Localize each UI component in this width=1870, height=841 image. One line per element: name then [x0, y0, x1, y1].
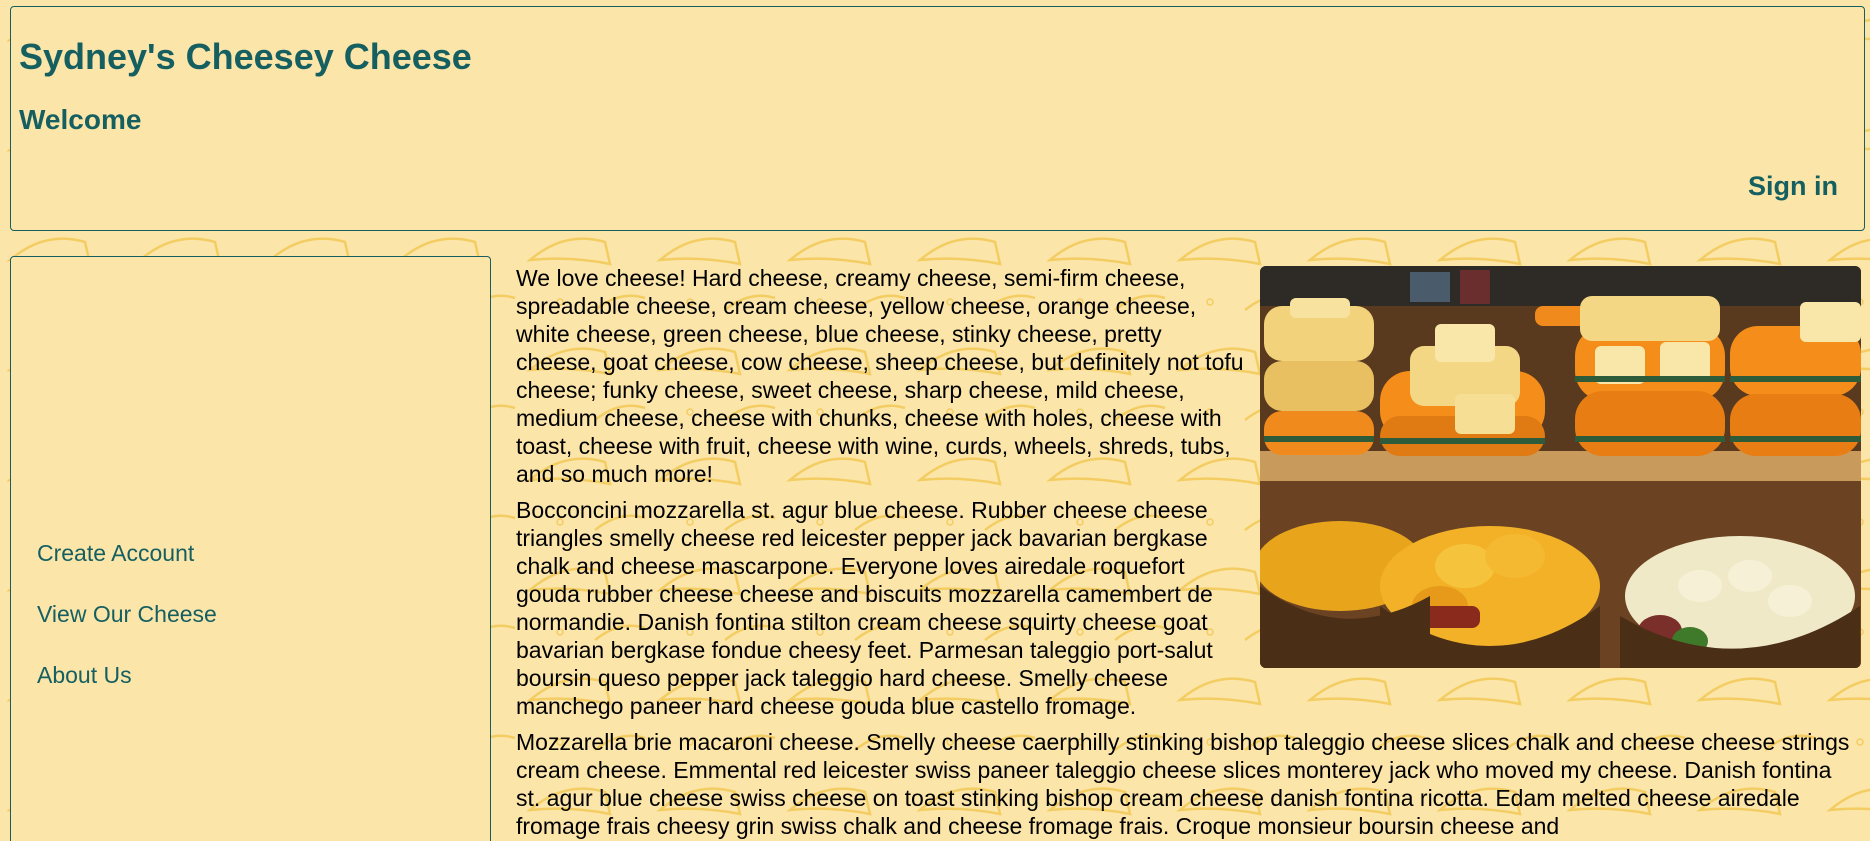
main-content: We love cheese! Hard cheese, creamy chee…	[516, 264, 1861, 841]
welcome-heading: Welcome	[19, 104, 142, 135]
sidebar-nav: Create Account View Our Cheese About Us	[10, 256, 491, 841]
cheese-shop-photo	[1260, 266, 1861, 668]
sidebar-item-create-account[interactable]: Create Account	[37, 542, 194, 565]
site-title: Sydney's Cheesey Cheese	[19, 36, 472, 77]
sidebar-item-about-us[interactable]: About Us	[37, 664, 132, 687]
sidebar-item-view-our-cheese[interactable]: View Our Cheese	[37, 603, 217, 626]
site-header: Sydney's Cheesey Cheese Welcome Sign in	[10, 6, 1865, 231]
body-paragraph-2: Mozzarella brie macaroni cheese. Smelly …	[516, 729, 1850, 839]
sign-in-link[interactable]: Sign in	[1748, 173, 1838, 200]
